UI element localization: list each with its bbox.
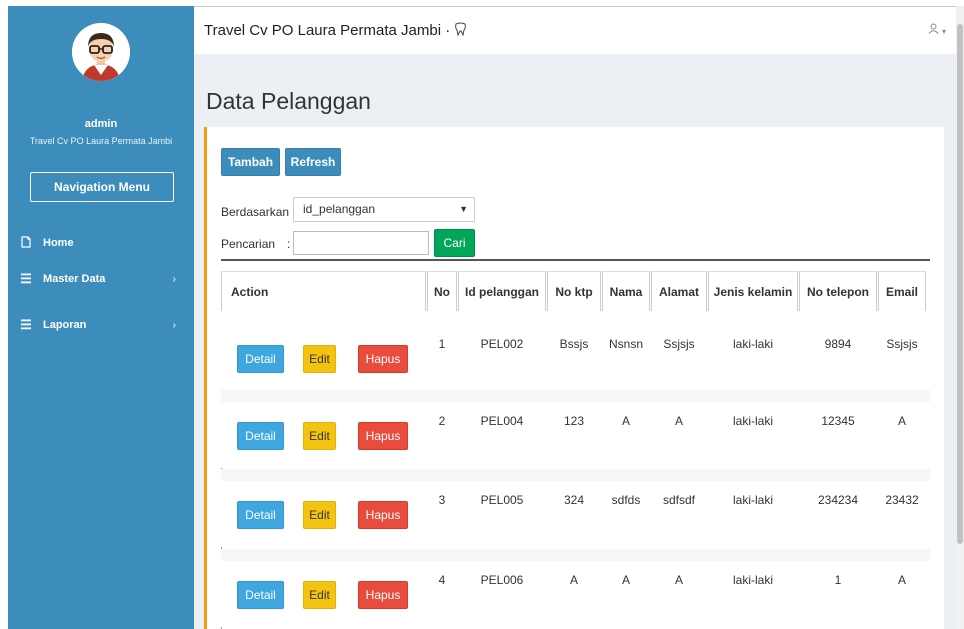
chevron-right-icon: › (172, 273, 176, 285)
detail-button[interactable]: Detail (237, 501, 284, 529)
sidebar: admin Travel Cv PO Laura Permata Jambi N… (8, 6, 194, 629)
list-icon: ☰ (20, 317, 32, 332)
column-header-id: Id pelanggan (458, 271, 546, 311)
top-navbar: Travel Cv PO Laura Permata Jambi · ▾ (194, 6, 956, 54)
add-button[interactable]: Tambah (221, 148, 280, 176)
filter-by-value: id_pelanggan (303, 202, 376, 216)
edit-button[interactable]: Edit (303, 422, 336, 450)
delete-button[interactable]: Hapus (358, 581, 408, 609)
home-icon (19, 235, 33, 251)
filter-by-label: Berdasarkan : (221, 205, 296, 219)
column-header-jenis-kelamin: Jenis kelamin (708, 271, 798, 311)
row-separator (221, 549, 930, 561)
sidebar-item-label: Master Data (43, 273, 106, 285)
column-header-alamat: Alamat (651, 271, 707, 311)
table-cell-id: PEL004 (480, 414, 524, 428)
table-cell-id: PEL005 (480, 493, 524, 507)
sidebar-item-label: Laporan (43, 319, 87, 331)
detail-button[interactable]: Detail (237, 581, 284, 609)
edit-button[interactable]: Edit (303, 345, 336, 373)
table-cell-alamat: A (674, 414, 683, 428)
table-cell-email: 23432 (885, 493, 919, 507)
table-cell-jk: laki-laki (732, 493, 773, 507)
table-cell-email: A (897, 414, 906, 428)
search-button[interactable]: Cari (434, 229, 475, 257)
table-cell-email: A (897, 573, 906, 587)
avatar[interactable] (72, 23, 130, 81)
scrollbar-thumb[interactable] (957, 24, 963, 544)
table-cell-id: PEL002 (480, 337, 524, 351)
sidebar-item-laporan[interactable]: ☰ Laporan › (8, 314, 194, 336)
table-cell-jk: laki-laki (732, 337, 773, 351)
column-header-ktp: No ktp (547, 271, 601, 311)
column-header-email: Email (878, 271, 926, 311)
sidebar-item-master-data[interactable]: ☰ Master Data › (8, 268, 194, 290)
chevron-right-icon: › (172, 319, 176, 331)
edit-button[interactable]: Edit (303, 581, 336, 609)
search-separator: : (287, 237, 291, 251)
caret-down-icon: ▾ (941, 27, 946, 36)
user-menu-toggle[interactable]: ▾ (928, 23, 946, 37)
refresh-button[interactable]: Refresh (285, 148, 341, 176)
app-title-suffix: · (445, 22, 451, 39)
app-title-text: Travel Cv PO Laura Permata Jambi (204, 22, 442, 39)
sidebar-item-label: Home (43, 237, 74, 249)
row-separator (221, 469, 930, 481)
user-name: admin (84, 118, 118, 130)
column-header-telepon: No telepon (799, 271, 877, 311)
caret-down-icon: ▼ (459, 204, 468, 214)
table-cell-jk: laki-laki (732, 573, 773, 587)
navigation-menu-header[interactable]: Navigation Menu (30, 172, 174, 202)
table-cell-id: PEL006 (480, 573, 524, 587)
edit-button[interactable]: Edit (303, 501, 336, 529)
column-header-action: Action (221, 271, 426, 311)
delete-button[interactable]: Hapus (358, 422, 408, 450)
delete-button[interactable]: Hapus (358, 501, 408, 529)
column-header-nama: Nama (602, 271, 650, 311)
user-company: Travel Cv PO Laura Permata Jambi (29, 136, 173, 146)
avatar-image (72, 23, 130, 81)
tooth-icon (454, 22, 467, 39)
sidebar-item-home[interactable]: Home (8, 232, 194, 254)
table-cell-jk: laki-laki (732, 414, 773, 428)
search-label: Pencarian (221, 237, 276, 251)
detail-button[interactable]: Detail (237, 422, 284, 450)
detail-button[interactable]: Detail (237, 345, 284, 373)
table-top-border (221, 259, 930, 261)
table-cell-alamat: A (674, 573, 683, 587)
user-icon (928, 23, 942, 37)
column-header-no: No (427, 271, 457, 311)
page-scrollbar[interactable] (956, 6, 964, 629)
table-cell-alamat: sdfsdf (662, 493, 695, 507)
filter-by-select[interactable]: id_pelanggan ▼ (293, 197, 475, 222)
row-separator (221, 390, 930, 402)
table-cell-email: Ssjsjs (886, 337, 918, 351)
search-input[interactable] (293, 231, 429, 255)
app-title: Travel Cv PO Laura Permata Jambi · (204, 22, 467, 39)
table-cell-alamat: Ssjsjs (663, 337, 695, 351)
delete-button[interactable]: Hapus (358, 345, 408, 373)
list-icon: ☰ (20, 271, 32, 286)
page-title: Data Pelanggan (206, 88, 371, 114)
